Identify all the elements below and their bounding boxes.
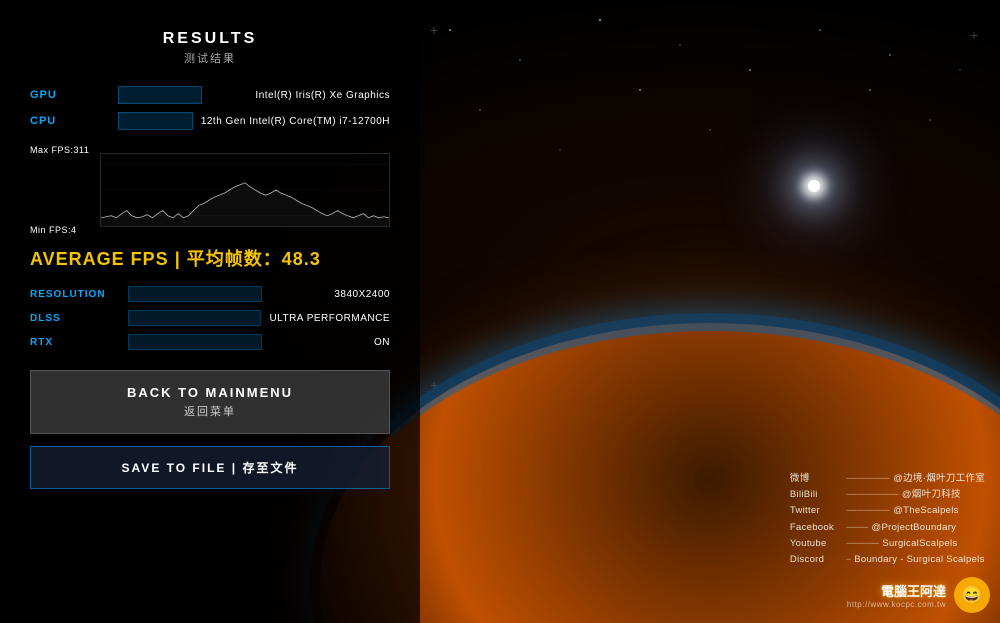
back-primary-text: BACK TO MAINMENU xyxy=(45,385,375,400)
social-platform: Facebook xyxy=(790,520,842,536)
spec-bar xyxy=(128,310,261,326)
spec-rows: RESOLUTION 3840X2400 DLSS ULTRA PERFORMA… xyxy=(30,286,390,350)
social-dots: ------------------------ xyxy=(846,487,898,503)
chart-min-label: Min FPS:4 xyxy=(30,225,77,235)
spec-row: DLSS ULTRA PERFORMANCE xyxy=(30,310,390,326)
spec-value: ON xyxy=(270,337,390,348)
social-handle: @TheScalpels xyxy=(893,503,959,519)
watermark-url: http://www.kocpc.com.tw xyxy=(847,600,946,609)
spec-label: RTX xyxy=(30,337,120,348)
watermark-text: 電腦王阿達 http://www.kocpc.com.tw xyxy=(847,581,946,609)
cpu-row: CPU 12th Gen Intel(R) Core(TM) i7-12700H xyxy=(30,112,390,130)
spec-row: RTX ON xyxy=(30,334,390,350)
social-row: Facebook ---------- @ProjectBoundary xyxy=(790,520,985,536)
results-panel: RESULTS 测试结果 GPU Intel(R) Iris(R) Xe Gra… xyxy=(0,0,420,623)
watermark-icon: 😄 xyxy=(954,577,990,613)
save-to-file-button[interactable]: SAVE TO FILE | 存至文件 xyxy=(30,446,390,489)
social-row: Youtube --------------- SurgicalScalpels xyxy=(790,536,985,552)
watermark-name: 電腦王阿達 xyxy=(847,581,946,600)
spec-bar xyxy=(128,334,262,350)
button-area: BACK TO MAINMENU 返回菜单 SAVE TO FILE | 存至文… xyxy=(30,370,390,489)
spec-bar xyxy=(128,286,262,302)
average-fps: AVERAGE FPS | 平均帧数：48.3 xyxy=(30,245,390,271)
svg-text:+: + xyxy=(430,22,438,38)
avg-fps-value: 48.3 xyxy=(282,249,321,269)
gpu-bar xyxy=(118,86,202,104)
spec-value: 3840X2400 xyxy=(270,289,390,300)
social-row: 微博 -------------------- @边境·烟叶刀工作室 xyxy=(790,471,985,487)
spec-label: RESOLUTION xyxy=(30,289,120,300)
gpu-label: GPU xyxy=(30,89,110,101)
social-row: Twitter -------------------- @TheScalpel… xyxy=(790,503,985,519)
social-dots: -- xyxy=(846,552,850,568)
chart-max-label: Max FPS:311 xyxy=(30,145,89,155)
social-platform: 微博 xyxy=(790,471,842,487)
social-row: Discord -- Boundary - Surgical Scalpels xyxy=(790,552,985,568)
results-title: RESULTS xyxy=(30,30,390,48)
results-subtitle: 测试结果 xyxy=(30,50,390,66)
social-panel: 微博 -------------------- @边境·烟叶刀工作室 BiliB… xyxy=(790,471,985,568)
avg-fps-label: AVERAGE FPS | 平均帧数： xyxy=(30,249,282,269)
social-handle: @边境·烟叶刀工作室 xyxy=(893,471,985,487)
cpu-label: CPU xyxy=(30,115,110,127)
fps-chart xyxy=(100,153,390,227)
social-platform: Discord xyxy=(790,552,842,568)
social-row: BiliBili ------------------------ @烟叶刀科技 xyxy=(790,487,985,503)
fps-chart-container: Max FPS:311 Min FPS:4 xyxy=(30,145,390,235)
cpu-bar xyxy=(118,112,193,130)
social-platform: BiliBili xyxy=(790,487,842,503)
social-handle: SurgicalScalpels xyxy=(882,536,957,552)
social-dots: -------------------- xyxy=(846,471,889,487)
gpu-row: GPU Intel(R) Iris(R) Xe Graphics xyxy=(30,86,390,104)
social-platform: Twitter xyxy=(790,503,842,519)
social-platform: Youtube xyxy=(790,536,842,552)
save-button-text: SAVE TO FILE | 存至文件 xyxy=(122,461,299,475)
gpu-value: Intel(R) Iris(R) Xe Graphics xyxy=(210,90,390,101)
svg-text:+: + xyxy=(970,27,978,43)
social-handle: @ProjectBoundary xyxy=(872,520,957,536)
social-dots: ---------- xyxy=(846,520,868,536)
spec-label: DLSS xyxy=(30,313,120,324)
spec-value: ULTRA PERFORMANCE xyxy=(269,313,390,324)
social-handle: @烟叶刀科技 xyxy=(902,487,961,503)
results-header: RESULTS 测试结果 xyxy=(30,30,390,66)
cpu-value: 12th Gen Intel(R) Core(TM) i7-12700H xyxy=(201,116,390,127)
social-handle: Boundary - Surgical Scalpels xyxy=(854,552,984,568)
watermark: 電腦王阿達 http://www.kocpc.com.tw 😄 xyxy=(847,577,990,613)
spec-row: RESOLUTION 3840X2400 xyxy=(30,286,390,302)
social-dots: --------------- xyxy=(846,536,878,552)
sun-star xyxy=(808,180,820,192)
back-secondary-text: 返回菜单 xyxy=(45,403,375,419)
back-to-mainmenu-button[interactable]: BACK TO MAINMENU 返回菜单 xyxy=(30,370,390,434)
social-dots: -------------------- xyxy=(846,503,889,519)
